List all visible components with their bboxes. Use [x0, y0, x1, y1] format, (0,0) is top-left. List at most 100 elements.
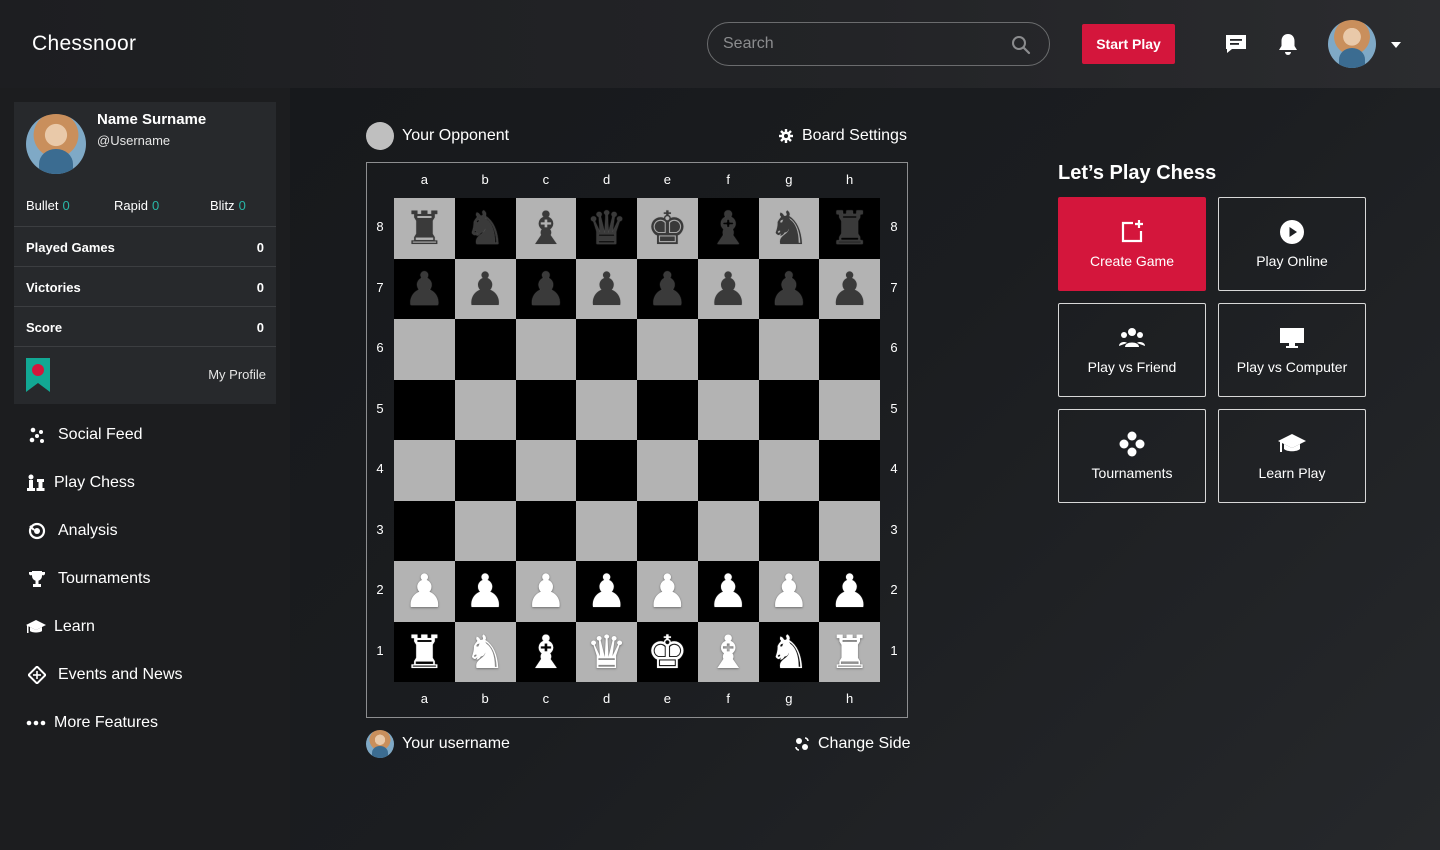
white-knight-piece[interactable]: ♞	[768, 629, 809, 675]
square-f1[interactable]: ♝	[697, 621, 759, 682]
white-pawn-piece[interactable]: ♟	[465, 568, 506, 614]
sidebar-item-learn[interactable]: Learn	[26, 614, 95, 640]
play-vs-computer-tile[interactable]: Play vs Computer	[1218, 303, 1366, 397]
notification-bell-icon[interactable]	[1277, 32, 1299, 61]
square-c6[interactable]	[515, 319, 577, 380]
white-pawn-piece[interactable]: ♟	[768, 568, 809, 614]
square-d8[interactable]: ♛	[576, 198, 637, 259]
chat-icon[interactable]	[1224, 32, 1248, 61]
square-d4[interactable]	[576, 440, 637, 501]
square-f7[interactable]: ♟	[697, 258, 759, 319]
square-b7[interactable]: ♟	[454, 258, 516, 319]
square-h2[interactable]: ♟	[819, 561, 880, 622]
square-f8[interactable]: ♝	[697, 198, 759, 259]
white-king-piece[interactable]: ♚	[647, 629, 688, 675]
square-f3[interactable]	[697, 500, 759, 561]
square-b6[interactable]	[454, 319, 516, 380]
square-h4[interactable]	[819, 440, 880, 501]
chessboard[interactable]: ♜ ♞ ♝ ♛ ♚ ♝ ♞ ♜ ♟ ♟ ♟ ♟ ♟ ♟ ♟ ♟ ♟ ♟ ♟ ♟ ♟ ♟ ♟ ♟ ♜ ♞ ♝ ♛ ♚ ♝ ♞ ♜	[394, 198, 880, 682]
square-g1[interactable]: ♞	[758, 621, 820, 682]
square-b1[interactable]: ♞	[454, 621, 516, 682]
square-e5[interactable]	[637, 379, 698, 440]
square-e7[interactable]: ♟	[637, 258, 698, 319]
black-bishop-piece[interactable]: ♝	[708, 205, 749, 251]
square-b4[interactable]	[454, 440, 516, 501]
white-pawn-piece[interactable]: ♟	[525, 568, 566, 614]
white-pawn-piece[interactable]: ♟	[404, 568, 445, 614]
sidebar-item-social-feed[interactable]: Social Feed	[26, 422, 143, 448]
square-b8[interactable]: ♞	[454, 198, 516, 259]
square-f5[interactable]	[697, 379, 759, 440]
square-f4[interactable]	[697, 440, 759, 501]
square-g7[interactable]: ♟	[758, 258, 820, 319]
search-icon[interactable]	[1011, 35, 1031, 60]
white-pawn-piece[interactable]: ♟	[829, 568, 870, 614]
profile-avatar[interactable]	[26, 114, 86, 174]
black-knight-piece[interactable]: ♞	[465, 205, 506, 251]
square-d7[interactable]: ♟	[576, 258, 637, 319]
board-settings-button[interactable]: Board Settings	[779, 127, 907, 145]
square-h3[interactable]	[819, 500, 880, 561]
play-vs-friend-tile[interactable]: Play vs Friend	[1058, 303, 1206, 397]
square-h8[interactable]: ♜	[819, 198, 880, 259]
square-h1[interactable]: ♜	[819, 621, 880, 682]
create-game-tile[interactable]: Create Game	[1058, 197, 1206, 291]
search-box[interactable]	[707, 22, 1050, 66]
square-e1[interactable]: ♚	[637, 621, 698, 682]
black-pawn-piece[interactable]: ♟	[768, 266, 809, 312]
white-bishop-piece[interactable]: ♝	[708, 629, 749, 675]
white-bishop-piece[interactable]: ♝	[525, 629, 566, 675]
square-f6[interactable]	[697, 319, 759, 380]
square-a3[interactable]	[394, 500, 455, 561]
square-e3[interactable]	[637, 500, 698, 561]
white-queen-piece[interactable]: ♛	[586, 629, 627, 675]
black-pawn-piece[interactable]: ♟	[829, 266, 870, 312]
start-play-button[interactable]: Start Play	[1082, 24, 1175, 64]
black-pawn-piece[interactable]: ♟	[708, 266, 749, 312]
user-avatar[interactable]	[1328, 20, 1376, 68]
sidebar-item-more-features[interactable]: More Features	[26, 710, 158, 736]
change-side-button[interactable]: Change Side	[795, 735, 911, 753]
square-g4[interactable]	[758, 440, 820, 501]
square-d1[interactable]: ♛	[576, 621, 637, 682]
square-a8[interactable]: ♜	[394, 198, 455, 259]
square-d5[interactable]	[576, 379, 637, 440]
sidebar-item-play-chess[interactable]: Play Chess	[26, 470, 135, 496]
square-e8[interactable]: ♚	[637, 198, 698, 259]
sidebar-item-tournaments[interactable]: Tournaments	[26, 566, 151, 592]
black-pawn-piece[interactable]: ♟	[525, 266, 566, 312]
learn-play-tile[interactable]: Learn Play	[1218, 409, 1366, 503]
square-d3[interactable]	[576, 500, 637, 561]
square-c5[interactable]	[515, 379, 577, 440]
white-rook-piece[interactable]: ♜	[404, 629, 445, 675]
square-h6[interactable]	[819, 319, 880, 380]
square-h7[interactable]: ♟	[819, 258, 880, 319]
black-bishop-piece[interactable]: ♝	[525, 205, 566, 251]
tournaments-tile[interactable]: Tournaments	[1058, 409, 1206, 503]
brand-logo[interactable]: Chessnoor	[32, 32, 136, 56]
white-pawn-piece[interactable]: ♟	[586, 568, 627, 614]
black-rook-piece[interactable]: ♜	[404, 205, 445, 251]
square-a6[interactable]	[394, 319, 455, 380]
square-a5[interactable]	[394, 379, 455, 440]
sidebar-item-analysis[interactable]: Analysis	[26, 518, 118, 544]
square-e2[interactable]: ♟	[637, 561, 698, 622]
square-f2[interactable]: ♟	[697, 561, 759, 622]
black-queen-piece[interactable]: ♛	[586, 205, 627, 251]
square-a1[interactable]: ♜	[394, 621, 455, 682]
square-g8[interactable]: ♞	[758, 198, 820, 259]
black-pawn-piece[interactable]: ♟	[465, 266, 506, 312]
white-knight-piece[interactable]: ♞	[465, 629, 506, 675]
square-e4[interactable]	[637, 440, 698, 501]
black-knight-piece[interactable]: ♞	[768, 205, 809, 251]
my-profile-link[interactable]: My Profile	[208, 367, 266, 382]
black-pawn-piece[interactable]: ♟	[647, 266, 688, 312]
square-c1[interactable]: ♝	[515, 621, 577, 682]
sidebar-item-events-news[interactable]: Events and News	[26, 662, 183, 688]
square-a2[interactable]: ♟	[394, 561, 455, 622]
square-g6[interactable]	[758, 319, 820, 380]
square-b2[interactable]: ♟	[454, 561, 516, 622]
square-g3[interactable]	[758, 500, 820, 561]
chevron-down-icon[interactable]	[1391, 42, 1401, 48]
play-online-tile[interactable]: Play Online	[1218, 197, 1366, 291]
